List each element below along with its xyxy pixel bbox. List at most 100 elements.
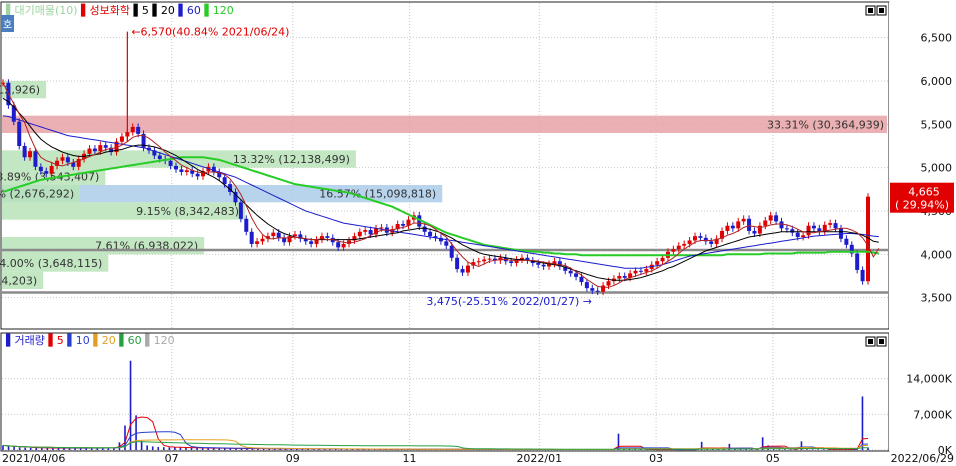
volume-bar (190, 447, 193, 450)
date-axis: 2021/04/06 07 09 11 2022/01 03 05 2022/06/29 (2, 452, 954, 465)
candle-body (660, 257, 665, 262)
candle-body (833, 223, 838, 229)
candle-body (22, 146, 27, 158)
candle-body (509, 261, 514, 263)
volume-bar (157, 446, 160, 450)
candle-body (179, 169, 184, 172)
candle-body (260, 238, 265, 242)
candle-body (255, 241, 260, 244)
volume-bar (750, 449, 753, 450)
candle-body (584, 282, 589, 289)
candle-body (222, 177, 227, 185)
legend-entry: ▌대기매물(10) (5, 3, 78, 17)
volume-profile-label: 9.15% (8,342,483) (136, 205, 239, 218)
candle-body (449, 245, 454, 258)
candle-body (828, 223, 833, 225)
candle-body (779, 221, 784, 229)
volume-profile-label: 4.00% (3,648,115) (0, 257, 102, 270)
candle-body (325, 236, 330, 238)
candle-body (174, 165, 178, 170)
candle-body (195, 173, 200, 177)
candle-body (536, 263, 541, 265)
legend-entry: ▌10 (64, 333, 90, 347)
candle-body (244, 218, 249, 232)
candle-body (92, 148, 97, 152)
price-legend: ▌대기매물(10) ▌성보화학 ▌5 ▌20 ▌60 ▌120 (5, 3, 234, 17)
candle-body (157, 155, 162, 159)
volume-bar (745, 449, 747, 450)
candle-body (476, 261, 481, 263)
candle-body (806, 225, 811, 236)
candle-body (736, 221, 741, 229)
panel-tab-glyph: 호 (3, 19, 12, 31)
candle-body (184, 170, 189, 172)
volume-profile-label: 13.32% (12,138,499) (233, 153, 350, 166)
legend-entry: ▌20 (149, 3, 175, 17)
candle-body (638, 270, 643, 272)
legend-entry: ▌성보화학 (78, 3, 130, 17)
candle-body (465, 265, 470, 273)
legend-entry: ▌120 (142, 333, 175, 347)
candle-body (87, 148, 92, 154)
candle-body (28, 151, 33, 158)
candle-body (98, 145, 103, 152)
candle-body (709, 241, 714, 244)
volume-bar (772, 449, 775, 450)
candle-body (601, 285, 606, 292)
candle-body (682, 243, 687, 246)
volume-bar (41, 448, 43, 450)
current-price-value: 4,665 (908, 186, 940, 199)
candle-body (444, 241, 449, 246)
candle-body (292, 234, 297, 237)
candle-body (579, 276, 584, 283)
candle-body (747, 218, 752, 231)
candle-body (655, 261, 660, 265)
volume-bar (29, 447, 32, 450)
candle-body (282, 237, 287, 243)
candle-body (763, 220, 768, 226)
candle-body (574, 273, 579, 277)
volume-bar (789, 449, 792, 450)
candle-body (130, 126, 135, 133)
candle-body (363, 230, 368, 232)
legend-entry: ▌60 (116, 333, 142, 347)
candle-body (428, 231, 433, 237)
candle-body (482, 259, 487, 262)
volume-bar (806, 449, 808, 450)
stock-chart: 33.31% (30,364,939) 16.57% (15,098,818) 13… (0, 1, 955, 465)
date-tick-label: 09 (286, 452, 300, 465)
candle-body (687, 240, 692, 244)
candle-body (314, 239, 319, 244)
candle-body (249, 231, 254, 244)
price-tick-label: 5,000 (921, 162, 953, 175)
candle-body (568, 270, 573, 274)
candle-body (633, 270, 638, 274)
candle-body (119, 136, 124, 142)
candle-body (622, 276, 627, 278)
price-tick-label: 4,000 (921, 248, 953, 261)
candle-body (460, 269, 465, 273)
candle-body (860, 269, 865, 282)
candle-body (271, 232, 276, 237)
legend-entry: ▌5 (130, 3, 149, 17)
candle-body (811, 225, 816, 229)
candle-body (49, 165, 54, 174)
candle-body (617, 276, 622, 279)
candle-body (401, 224, 406, 226)
candle-body (33, 151, 38, 167)
candle-body (38, 166, 43, 172)
candle-body (730, 225, 735, 229)
volume-bar (168, 447, 171, 450)
volume-tick-label: 7,000K (913, 408, 952, 421)
price-tick-label: 3,500 (921, 292, 953, 305)
volume-bar (13, 446, 15, 450)
candle-body (671, 249, 676, 252)
candle-body (65, 157, 70, 163)
candle-body (60, 157, 65, 161)
candle-body (309, 241, 314, 244)
volume-bar (151, 446, 154, 450)
date-tick-label: 2022/01 (516, 452, 562, 465)
candle-body (752, 230, 757, 234)
candle-body (693, 236, 697, 241)
low-annotation: 3,475(-25.51% 2022/01/27) → (426, 295, 592, 308)
